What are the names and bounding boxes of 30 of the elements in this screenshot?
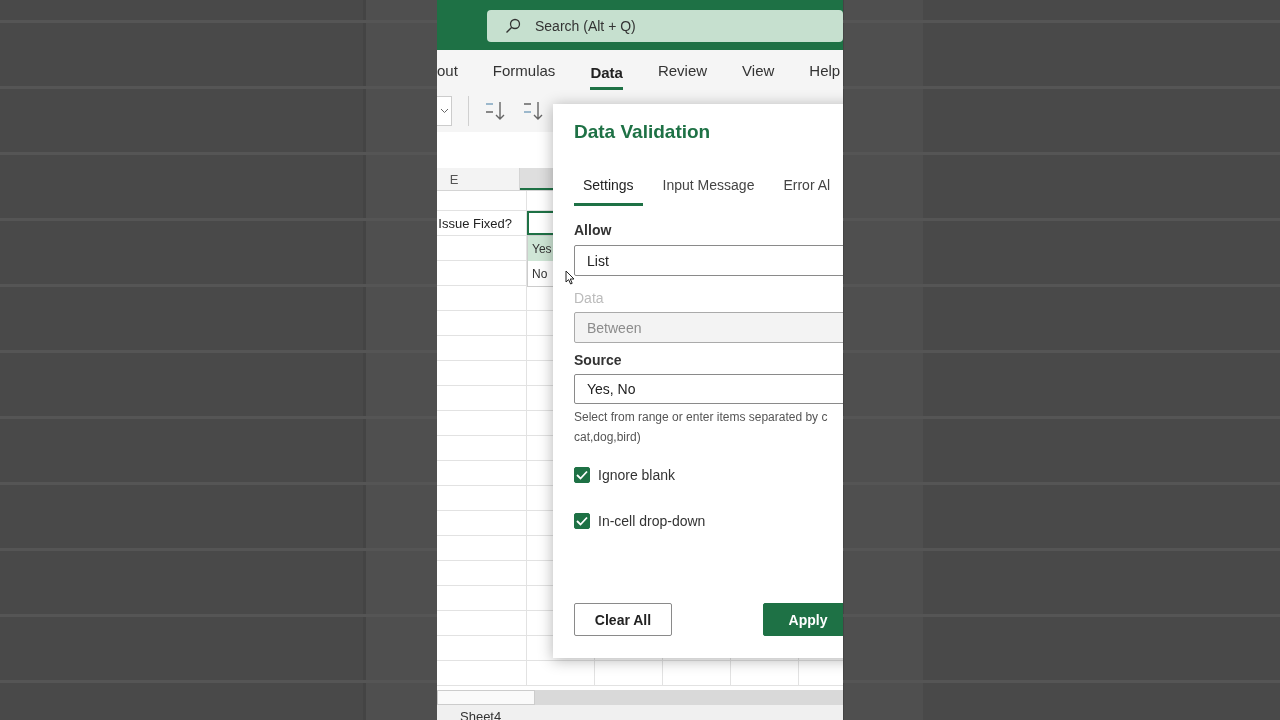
hint-text: Select from range or enter items separated by c xyxy=(574,409,828,426)
hint-text: cat,dog,bird) xyxy=(574,429,642,446)
ribbon-tab[interactable]: View xyxy=(742,50,775,90)
dialog-tab[interactable]: Error Al xyxy=(774,166,840,206)
dialog-title: Data Validation xyxy=(574,120,711,144)
input-field[interactable]: Yes, No xyxy=(574,374,843,404)
field-label: Source xyxy=(574,351,622,370)
chevron-icon xyxy=(439,108,449,114)
field-label: Allow xyxy=(574,221,612,240)
ribbon-tab[interactable]: out xyxy=(437,50,458,90)
sort-descending-icon[interactable] xyxy=(523,100,545,122)
field-label: Data xyxy=(574,289,604,308)
apply-button[interactable]: Apply xyxy=(763,603,843,636)
ribbon-tab[interactable]: Formulas xyxy=(492,50,556,90)
sort-ascending-icon[interactable] xyxy=(485,100,507,122)
ribbon-tab[interactable]: Help xyxy=(809,50,841,90)
checkbox-label: In-cell drop-down xyxy=(598,513,706,529)
scrollbar-thumb[interactable] xyxy=(437,690,535,705)
clear-button[interactable]: Clear All xyxy=(574,603,672,636)
checkbox-label: Ignore blank xyxy=(598,467,676,483)
cursor-icon xyxy=(565,270,575,285)
dialog-tab[interactable]: Input Message xyxy=(653,166,764,206)
ribbon-tab[interactable]: Review xyxy=(657,50,708,90)
dialog-tab[interactable]: Settings xyxy=(574,166,643,206)
search-icon xyxy=(505,18,521,34)
checkbox[interactable] xyxy=(574,467,590,483)
select-field[interactable]: List xyxy=(574,245,843,276)
search-field[interactable]: Search (Alt + Q) xyxy=(487,10,843,42)
table-cell: Issue Fixed? xyxy=(437,211,527,235)
checkbox[interactable] xyxy=(574,513,590,529)
